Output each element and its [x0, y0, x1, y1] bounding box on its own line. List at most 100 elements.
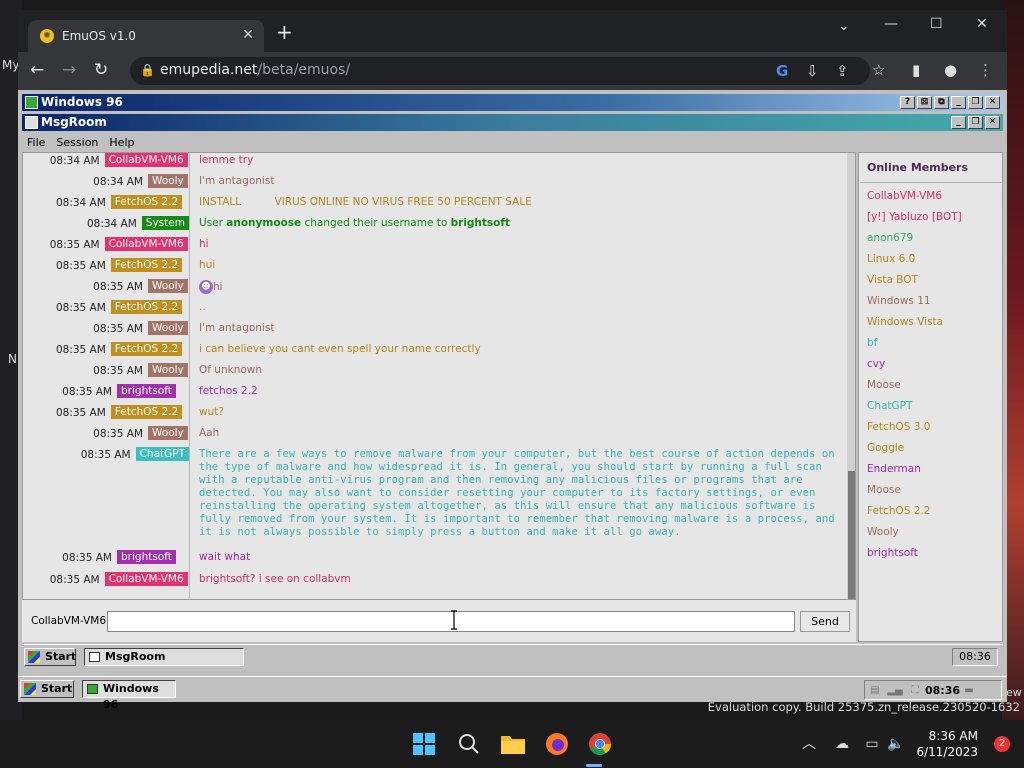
username-badge[interactable]: ChatGPT: [135, 447, 190, 461]
menu-session[interactable]: Session: [56, 136, 98, 152]
message-text: hui: [199, 259, 841, 272]
member-list-item[interactable]: [y!] Yabluzo [BOT]: [867, 211, 962, 223]
username-badge[interactable]: brightsoft: [117, 384, 176, 398]
tray-fullscreen-icon[interactable]: ⛶: [905, 685, 925, 696]
google-lens-icon[interactable]: G: [776, 62, 788, 80]
username-badge[interactable]: brightsoft: [117, 550, 176, 564]
msgroom-titlebar[interactable]: MsgRoom _ ❐ ✕: [22, 114, 1003, 131]
notification-badge[interactable]: 2: [994, 736, 1010, 752]
username-badge[interactable]: CollabVM-VM6: [104, 572, 188, 586]
windows96-titlebar[interactable]: Windows 96 ? ⊠ ⧉ _ ❐ ✕: [22, 94, 1003, 111]
share-icon[interactable]: ⇪: [836, 62, 849, 80]
restore-button[interactable]: ❐: [968, 96, 983, 109]
back-icon[interactable]: ←: [30, 61, 44, 79]
member-list-item[interactable]: Goggle: [867, 442, 904, 454]
username-badge[interactable]: FetchOS 2.2: [110, 405, 183, 419]
search-icon[interactable]: [457, 732, 481, 756]
msgroom-restore-button[interactable]: ❐: [968, 116, 983, 129]
popout-button[interactable]: ⧉: [934, 96, 949, 109]
username-badge[interactable]: Wooly: [148, 321, 188, 335]
member-list-item[interactable]: cvy: [867, 358, 885, 370]
forward-icon[interactable]: →: [62, 61, 76, 79]
menu-file[interactable]: File: [27, 136, 45, 152]
message-text: brightsoft? i see on collabvm: [199, 573, 841, 586]
taskbar-item-msgroom[interactable]: MsgRoom: [84, 648, 244, 666]
member-list-item[interactable]: bf: [867, 337, 877, 349]
new-tab-icon[interactable]: +: [276, 22, 293, 42]
network-icon[interactable]: ▭: [860, 732, 884, 756]
tray-minimize-icon[interactable]: ▬: [959, 685, 979, 696]
chrome-icon[interactable]: [588, 732, 612, 756]
settings-button[interactable]: ⊠: [917, 96, 932, 109]
username-badge[interactable]: Wooly: [148, 174, 188, 188]
lock-icon[interactable]: 🔒: [140, 63, 155, 77]
member-list-item[interactable]: Linux 6.0: [867, 253, 915, 265]
close-tab-icon[interactable]: ✕: [242, 27, 254, 43]
taskbar-item-windows96[interactable]: Windows 96: [82, 680, 176, 711]
firefox-icon[interactable]: [545, 732, 569, 756]
menu-help[interactable]: Help: [109, 136, 134, 152]
help-button[interactable]: ?: [900, 96, 915, 109]
member-list-item[interactable]: ChatGPT: [867, 400, 912, 412]
message-timestamp: 08:34 AM: [93, 176, 143, 188]
member-list-item[interactable]: Windows Vista: [867, 316, 943, 328]
bookmark-star-icon[interactable]: ☆: [872, 61, 885, 79]
reload-icon[interactable]: ↻: [94, 61, 108, 79]
chat-log[interactable]: 08:34 AM CollabVM-VM6 lemme try 08:34 AM Woo…: [22, 152, 856, 600]
show-hidden-icons-icon[interactable]: ︿: [797, 732, 821, 756]
member-list-item[interactable]: Windows 11: [867, 295, 931, 307]
member-list-item[interactable]: Moose: [867, 379, 901, 391]
side-panel-icon[interactable]: ▮: [912, 61, 920, 79]
member-list-item[interactable]: Vista BOT: [867, 274, 918, 286]
desktop-icon-label-2[interactable]: N: [8, 352, 17, 366]
close-button[interactable]: ✕: [985, 96, 1000, 109]
username-badge[interactable]: FetchOS 2.2: [110, 195, 183, 209]
chrome-menu-icon[interactable]: ⋮: [978, 61, 993, 79]
system-clock[interactable]: 8:36 AM 6/11/2023: [916, 728, 978, 760]
emuos-start-button[interactable]: Start: [24, 648, 76, 666]
volume-icon[interactable]: 🔈: [884, 732, 908, 756]
msgroom-minimize-button[interactable]: _: [951, 116, 966, 129]
message-text: ..: [199, 301, 841, 314]
close-window-icon[interactable]: ✕: [976, 16, 988, 32]
tray-chat-icon[interactable]: ▤: [865, 685, 885, 696]
username-badge[interactable]: FetchOS 2.2: [110, 258, 183, 272]
browser-tab[interactable]: ✺ EmuOS v1.0 ✕: [28, 20, 264, 52]
minimize-icon[interactable]: —: [884, 16, 898, 32]
member-list-item[interactable]: FetchOS 3.0: [867, 421, 930, 433]
tray-signal-icon[interactable]: ▂▄: [885, 685, 905, 696]
username-badge[interactable]: CollabVM-VM6: [104, 237, 188, 251]
profile-icon[interactable]: ●: [944, 61, 957, 79]
message-text: wut?: [199, 406, 841, 419]
member-list-item[interactable]: Moose: [867, 484, 901, 496]
win96-start-button[interactable]: Start: [20, 680, 74, 698]
member-list-item[interactable]: CollabVM-VM6: [867, 190, 942, 202]
member-list-item[interactable]: brightsoft: [867, 547, 918, 559]
file-explorer-icon[interactable]: [500, 732, 526, 756]
message-timestamp: 08:35 AM: [62, 552, 112, 564]
username-badge[interactable]: Wooly: [148, 426, 188, 440]
username-badge[interactable]: FetchOS 2.2: [110, 342, 183, 356]
chat-scrollbar[interactable]: [847, 153, 855, 599]
username-badge[interactable]: FetchOS 2.2: [110, 300, 183, 314]
send-button[interactable]: Send: [800, 611, 850, 632]
address-bar[interactable]: 🔒 emupedia.net/beta/emuos/ G ⇩ ⇪: [130, 57, 870, 85]
windows-start-icon[interactable]: [412, 732, 436, 756]
minimize-button[interactable]: _: [951, 96, 966, 109]
msgroom-close-button[interactable]: ✕: [985, 116, 1000, 129]
tab-search-icon[interactable]: ⌄: [838, 18, 850, 34]
username-badge[interactable]: CollabVM-VM6: [104, 153, 188, 167]
network-status-icon[interactable]: ☁: [830, 732, 854, 756]
member-list-item[interactable]: anon679: [867, 232, 913, 244]
username-badge[interactable]: System: [141, 216, 189, 230]
member-list-item[interactable]: FetchOS 2.2: [867, 505, 930, 517]
maximize-icon[interactable]: ☐: [930, 16, 943, 32]
install-app-icon[interactable]: ⇩: [806, 62, 819, 80]
evaluation-watermark: Evaluation copy. Build 25375.zn_release.…: [707, 700, 1020, 714]
member-list-item[interactable]: Wooly: [867, 526, 899, 538]
chat-scrollbar-thumb[interactable]: [848, 471, 855, 599]
username-badge[interactable]: Wooly: [148, 279, 188, 293]
member-list-item[interactable]: Enderman: [867, 463, 921, 475]
username-badge[interactable]: Wooly: [148, 363, 188, 377]
desktop-icon-label[interactable]: My: [2, 58, 19, 72]
